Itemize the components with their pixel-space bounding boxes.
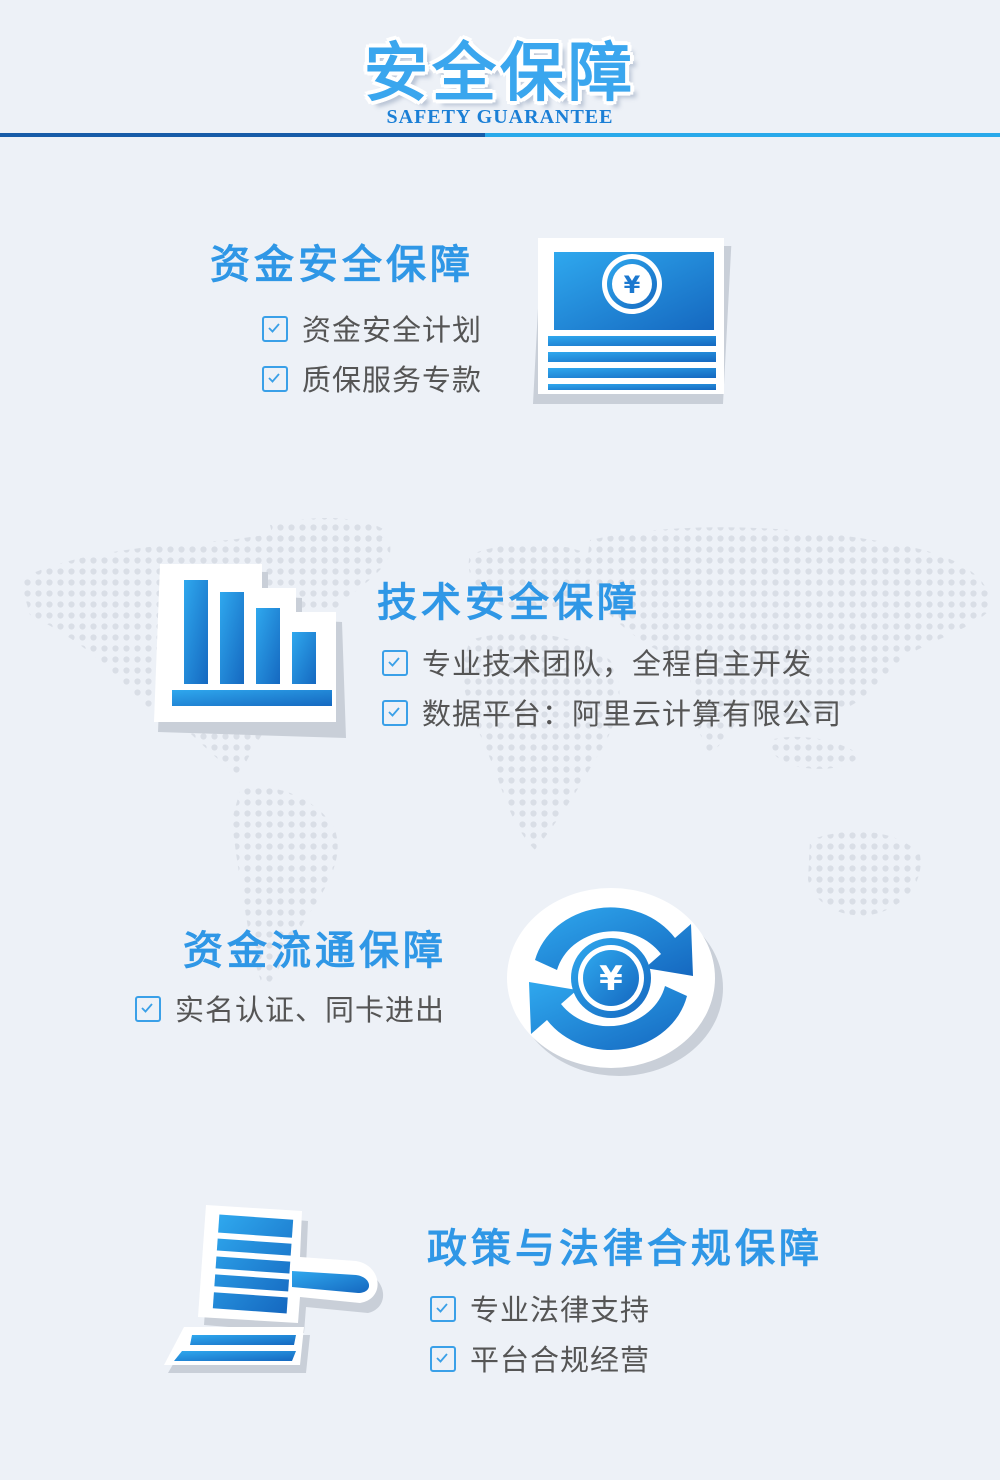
header-divider-right bbox=[485, 133, 1000, 137]
page-subtitle: SAFETY GUARANTEE bbox=[386, 106, 614, 128]
section-title-legal-compliance: 政策与法律合规保障 bbox=[427, 1226, 823, 1272]
list-item: 平台合规经营 bbox=[430, 1342, 650, 1378]
gavel-icon bbox=[164, 1205, 384, 1373]
check-icon bbox=[382, 650, 408, 676]
list-item: 专业技术团队，全程自主开发 bbox=[382, 646, 812, 682]
page-title: 安全保障 bbox=[364, 37, 636, 111]
header-divider-left bbox=[0, 133, 485, 137]
section-title-fund-security: 资金安全保障 bbox=[210, 242, 474, 288]
section-title-tech-security: 技术安全保障 bbox=[377, 580, 641, 626]
section-title-fund-circulation: 资金流通保障 bbox=[183, 928, 447, 974]
check-icon bbox=[135, 996, 161, 1022]
page-header: 安全保障 SAFETY GUARANTEE bbox=[0, 0, 1000, 140]
list-item: 实名认证、同卡进出 bbox=[135, 992, 445, 1028]
bar-chart-icon bbox=[154, 564, 346, 738]
check-icon bbox=[430, 1296, 456, 1322]
check-icon bbox=[262, 316, 288, 342]
list-item: 专业法律支持 bbox=[430, 1292, 650, 1328]
money-stack-icon: ¥ bbox=[532, 238, 732, 404]
list-item: 数据平台：阿里云计算有限公司 bbox=[382, 696, 842, 732]
check-icon bbox=[382, 700, 408, 726]
check-icon bbox=[262, 366, 288, 392]
yen-symbol: ¥ bbox=[624, 271, 641, 299]
list-item: 资金安全计划 bbox=[262, 312, 482, 348]
yen-symbol: ¥ bbox=[599, 959, 623, 999]
check-icon bbox=[430, 1346, 456, 1372]
currency-cycle-icon: ¥ bbox=[507, 888, 723, 1076]
list-item: 质保服务专款 bbox=[262, 362, 482, 398]
